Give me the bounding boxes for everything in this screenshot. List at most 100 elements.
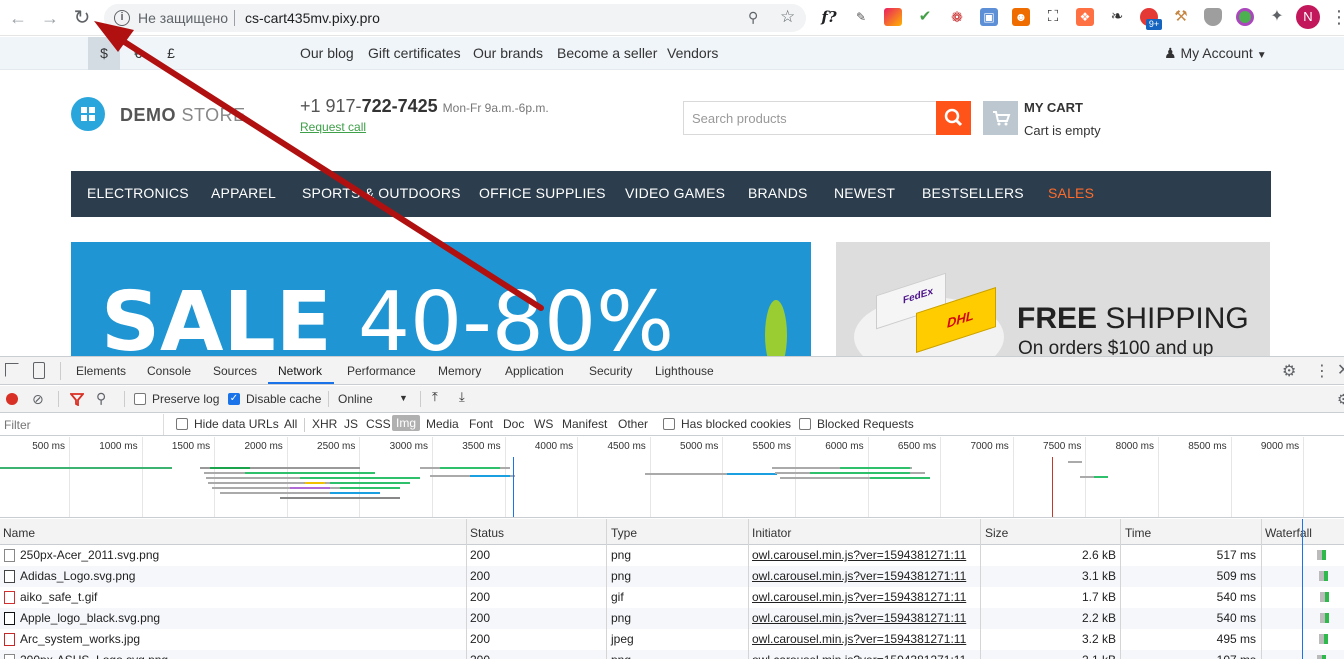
search-button[interactable] <box>936 101 971 135</box>
tab-memory[interactable]: Memory <box>438 364 481 378</box>
column-size[interactable]: Size <box>985 526 1008 540</box>
filter-input[interactable] <box>0 414 164 435</box>
disable-cache-checkbox[interactable]: ✓ <box>228 393 240 405</box>
address-bar[interactable]: i Не защищено cs-cart435mv.pixy.pro ⚲ ☆ <box>104 4 806 32</box>
profile-avatar[interactable]: N <box>1296 5 1320 29</box>
settings-gear-icon[interactable]: ⚙ <box>1282 361 1296 381</box>
filter-type-ws[interactable]: WS <box>534 417 553 431</box>
hide-data-urls-checkbox[interactable] <box>176 418 188 430</box>
bug-ext-icon[interactable]: ❁ <box>948 8 966 26</box>
cell-initiator[interactable]: owl.carousel.min.js?ver=1594381271:11 <box>752 569 966 583</box>
puzzle-ext-icon[interactable]: ❖ <box>1076 8 1094 26</box>
chevron-down-icon[interactable]: ▼ <box>399 393 408 403</box>
currency-gbp[interactable]: £ <box>155 37 187 70</box>
nav-electronics[interactable]: ELECTRONICS <box>87 185 189 201</box>
hammer-ext-icon[interactable]: ⚒ <box>1172 8 1190 26</box>
nav-sports-outdoors[interactable]: SPORTS & OUTDOORS <box>302 185 461 201</box>
circle-ext-icon[interactable] <box>1236 8 1254 26</box>
store-logo-icon[interactable] <box>71 97 105 131</box>
column-divider[interactable] <box>606 519 607 659</box>
cell-name[interactable]: aiko_safe_t.gif <box>20 590 97 604</box>
network-settings-icon[interactable]: ⚙ <box>1337 391 1344 408</box>
eyedropper-ext-icon[interactable]: ✎ <box>852 8 870 26</box>
throttling-select[interactable]: Online <box>338 392 373 406</box>
link-our-brands[interactable]: Our brands <box>473 45 543 61</box>
column-divider[interactable] <box>466 519 467 659</box>
tab-network[interactable]: Network <box>278 364 322 378</box>
filter-type-media[interactable]: Media <box>426 417 459 431</box>
reload-icon[interactable]: ↻ <box>72 8 92 28</box>
nav-sales[interactable]: SALES <box>1048 185 1094 201</box>
network-overview-timeline[interactable]: 500 ms 1000 ms 1500 ms 2000 ms 2500 ms 3000 m… <box>0 437 1344 518</box>
tab-lighthouse[interactable]: Lighthouse <box>655 364 714 378</box>
screenshot-ext-icon[interactable]: ⛶ <box>1044 8 1062 26</box>
table-row[interactable]: Adidas_Logo.svg.png 200 png owl.carousel.mi… <box>0 566 1344 587</box>
device-toolbar-icon[interactable] <box>33 362 45 379</box>
cell-initiator[interactable]: owl.carousel.min.js?ver=1594381271:11 <box>752 611 966 625</box>
currency-usd[interactable]: $ <box>88 37 120 70</box>
export-har-icon[interactable]: ⤓ <box>459 389 465 405</box>
cart-title[interactable]: MY CART <box>1024 100 1083 115</box>
cell-name[interactable]: Adidas_Logo.svg.png <box>20 569 135 583</box>
tab-sources[interactable]: Sources <box>213 364 257 378</box>
inspect-element-icon[interactable] <box>5 363 19 377</box>
link-gift-certificates[interactable]: Gift certificates <box>368 45 461 61</box>
cell-name[interactable]: 200px-ASUS_Logo.svg.png <box>20 653 168 659</box>
nav-bestsellers[interactable]: BESTSELLERS <box>922 185 1024 201</box>
link-our-blog[interactable]: Our blog <box>300 45 354 61</box>
tab-elements[interactable]: Elements <box>76 364 126 378</box>
clear-icon[interactable]: ⊘ <box>32 391 44 408</box>
currency-eur[interactable]: € <box>122 37 154 70</box>
free-shipping-banner[interactable]: FedEx DHL FREE SHIPPING On orders $100 a… <box>836 242 1270 356</box>
my-account-menu[interactable]: ♟ My Account ▼ <box>1164 45 1267 62</box>
nav-office-supplies[interactable]: OFFICE SUPPLIES <box>479 185 606 201</box>
blocked-requests-checkbox[interactable] <box>799 418 811 430</box>
record-icon[interactable] <box>6 393 18 405</box>
tab-performance[interactable]: Performance <box>347 364 416 378</box>
table-row[interactable]: 250px-Acer_2011.svg.png 200 png owl.carouse… <box>0 545 1344 566</box>
sale-banner[interactable]: SALE 40-80% <box>71 242 811 356</box>
has-blocked-cookies-checkbox[interactable] <box>663 418 675 430</box>
nav-newest[interactable]: NEWEST <box>834 185 895 201</box>
search-input[interactable] <box>684 102 924 134</box>
cell-initiator[interactable]: owl.carousel.min.js?ver=1594381271:11 <box>752 632 966 646</box>
column-time[interactable]: Time <box>1125 526 1151 540</box>
column-waterfall[interactable]: Waterfall <box>1265 526 1312 540</box>
request-call-link[interactable]: Request call <box>300 120 366 134</box>
table-row[interactable]: aiko_safe_t.gif 200 gif owl.carousel.min.js… <box>0 587 1344 608</box>
filter-type-manifest[interactable]: Manifest <box>562 417 607 431</box>
filter-type-all[interactable]: All <box>284 417 297 431</box>
store-logo-text[interactable]: DEMO STORE <box>120 105 246 126</box>
check-ext-icon[interactable]: ✔ <box>916 8 934 26</box>
cell-name[interactable]: Arc_system_works.jpg <box>20 632 140 646</box>
browser-menu-icon[interactable]: ⋮ <box>1330 8 1344 26</box>
column-divider[interactable] <box>748 519 749 659</box>
filter-type-doc[interactable]: Doc <box>503 417 524 431</box>
column-divider[interactable] <box>1120 519 1121 659</box>
shield-ext-icon[interactable] <box>1204 8 1222 26</box>
nav-video-games[interactable]: VIDEO GAMES <box>625 185 725 201</box>
cell-initiator[interactable]: owl.carousel.min.js?ver=1594381271:11 <box>752 653 966 659</box>
column-divider[interactable] <box>1261 519 1262 659</box>
image-ext-icon[interactable]: ▣ <box>980 8 998 26</box>
tab-security[interactable]: Security <box>589 364 632 378</box>
column-initiator[interactable]: Initiator <box>752 526 791 540</box>
bookmark-star-icon[interactable]: ☆ <box>780 7 795 27</box>
cart-icon[interactable] <box>983 101 1018 135</box>
column-status[interactable]: Status <box>470 526 504 540</box>
back-arrow-icon[interactable]: ← <box>8 8 28 28</box>
cell-initiator[interactable]: owl.carousel.min.js?ver=1594381271:11 <box>752 548 966 562</box>
color-ext-icon[interactable] <box>884 8 902 26</box>
tab-application[interactable]: Application <box>505 364 564 378</box>
column-type[interactable]: Type <box>611 526 637 540</box>
filter-type-js[interactable]: JS <box>344 417 358 431</box>
preserve-log-checkbox[interactable] <box>134 393 146 405</box>
font-ext-icon[interactable]: f? <box>820 8 838 26</box>
devtools-menu-icon[interactable]: ⋮ <box>1314 361 1330 381</box>
cell-name[interactable]: 250px-Acer_2011.svg.png <box>20 548 159 562</box>
close-icon[interactable]: ✕ <box>1337 360 1344 380</box>
filter-type-font[interactable]: Font <box>469 417 493 431</box>
tab-console[interactable]: Console <box>147 364 191 378</box>
filter-funnel-icon[interactable] <box>69 392 85 411</box>
table-row[interactable]: Apple_logo_black.svg.png 200 png owl.carous… <box>0 608 1344 629</box>
